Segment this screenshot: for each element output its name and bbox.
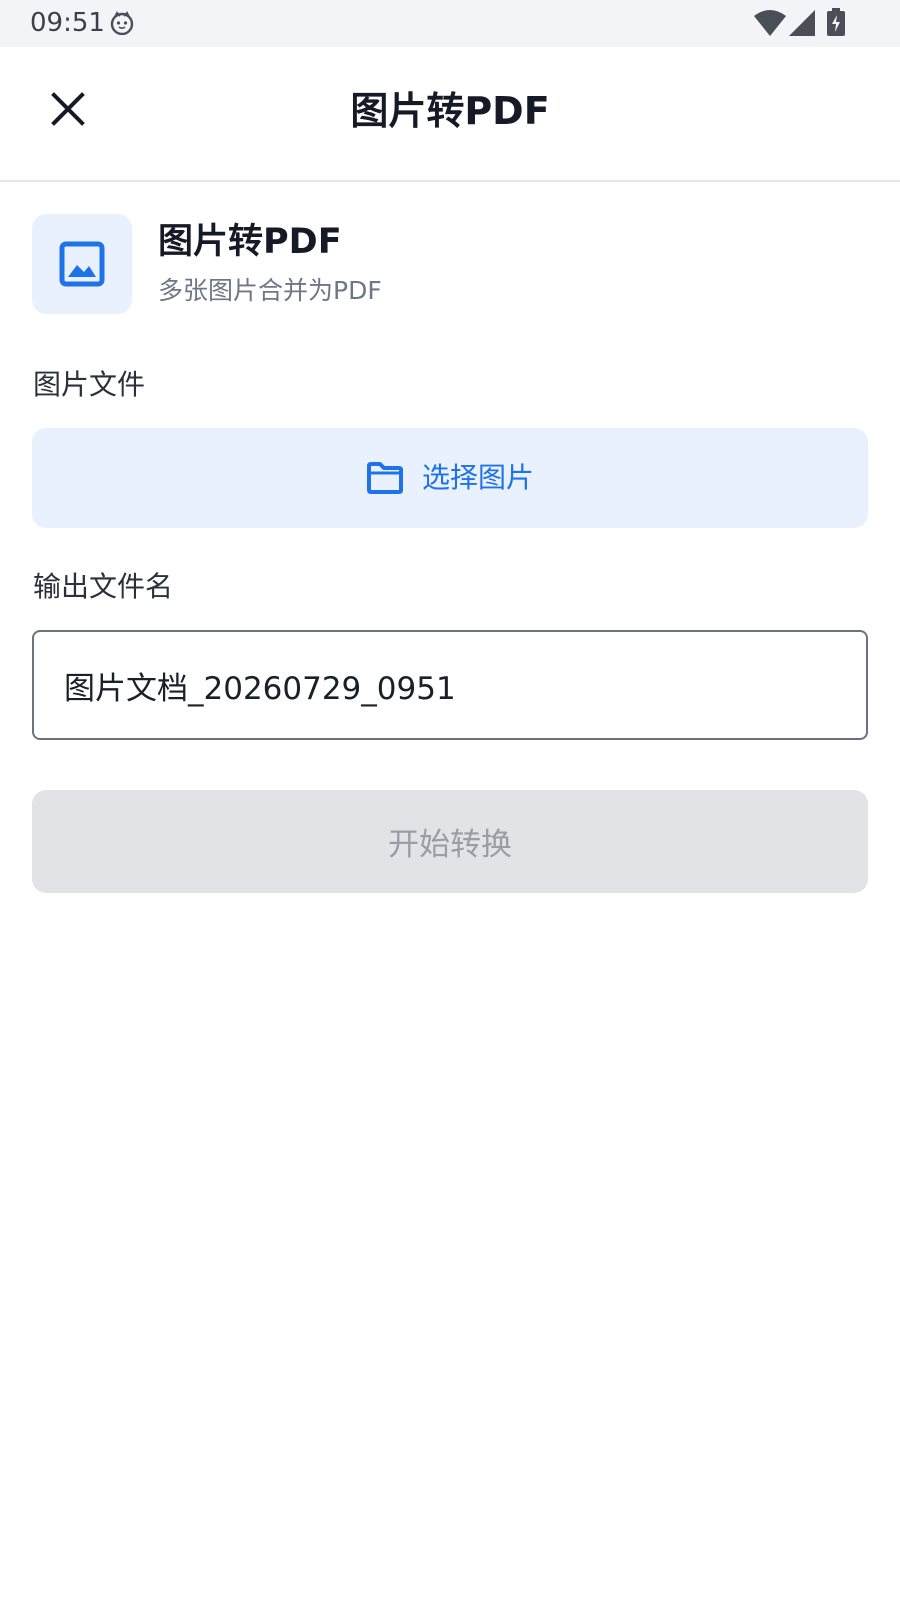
page-title: 图片转PDF	[350, 89, 550, 133]
image-files-label: 图片文件	[33, 368, 146, 401]
tool-subtitle: 多张图片合并为PDF	[158, 276, 382, 305]
status-bar: 09:51	[0, 0, 900, 47]
start-convert-button[interactable]: 开始转换	[32, 790, 868, 893]
tool-title: 图片转PDF	[158, 222, 342, 262]
folder-icon	[366, 462, 403, 494]
select-images-button[interactable]: 选择图片	[32, 428, 868, 528]
app-bar: 图片转PDF	[0, 47, 900, 182]
output-filename-input[interactable]	[32, 630, 868, 740]
tool-icon-box	[32, 214, 132, 314]
image-icon	[59, 241, 105, 287]
wifi-icon	[754, 10, 786, 36]
battery-charging-icon	[827, 8, 845, 36]
select-images-label: 选择图片	[421, 461, 534, 494]
tool-header: 图片转PDF 多张图片合并为PDF	[32, 214, 870, 314]
cell-signal-icon	[789, 10, 815, 36]
output-filename-label: 输出文件名	[33, 570, 174, 603]
status-time: 09:51	[30, 8, 105, 38]
cat-face-icon	[110, 11, 134, 35]
